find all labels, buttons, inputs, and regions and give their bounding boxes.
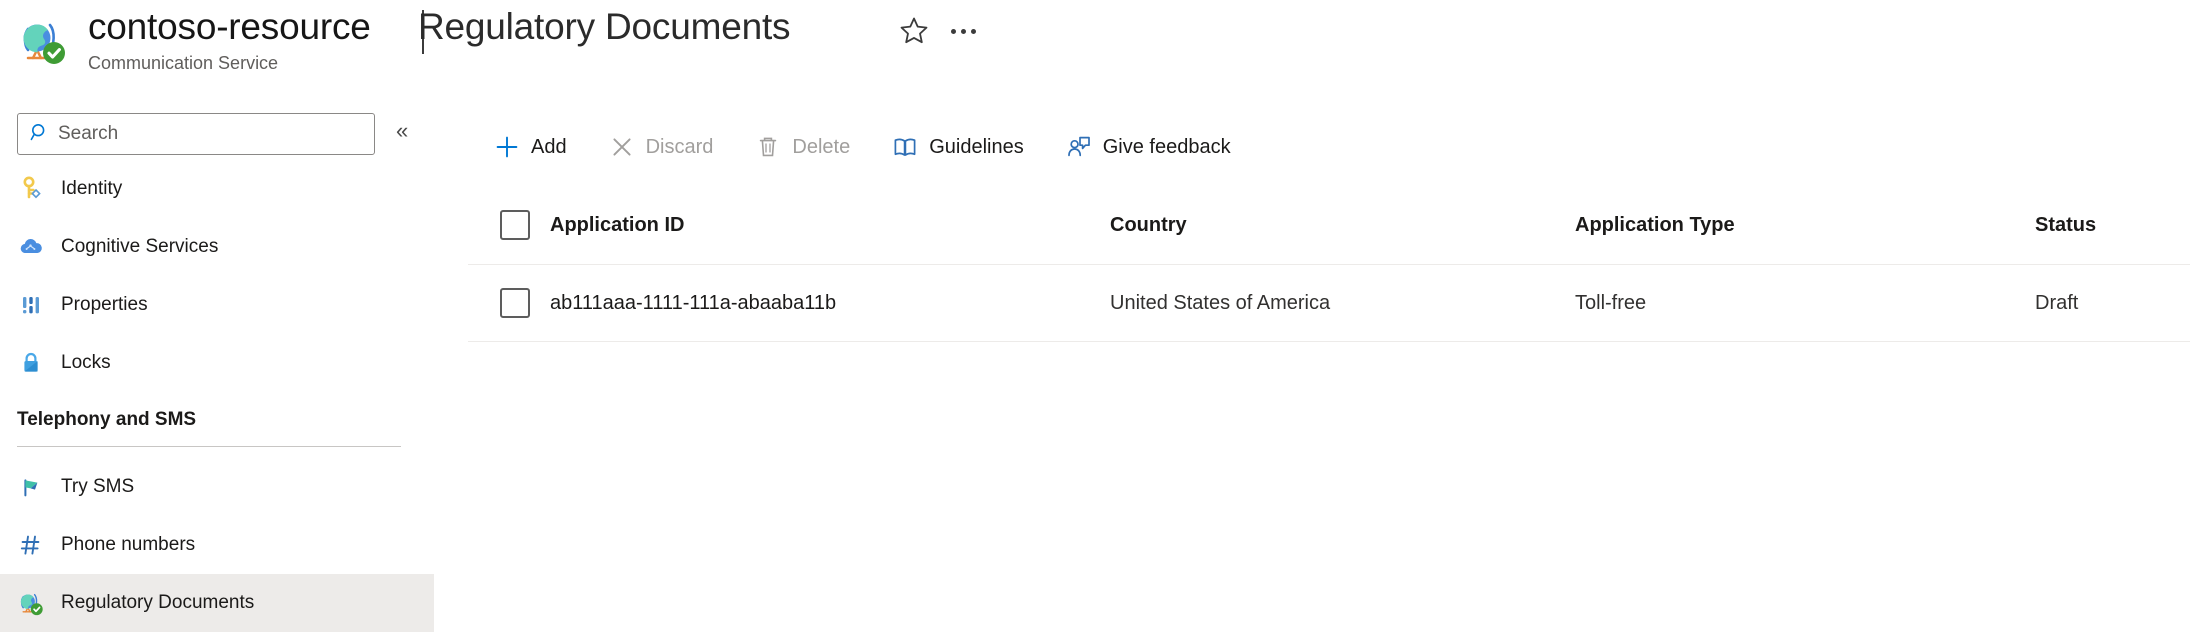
sidebar: « Identity Cognitive Services [0, 108, 440, 632]
lock-icon [16, 348, 46, 378]
sidebar-group-title: Telephony and SMS [17, 409, 197, 430]
sidebar-item-label: Identity [61, 178, 123, 199]
discard-label: Discard [645, 135, 714, 158]
sidebar-item-identity[interactable]: Identity [0, 160, 434, 218]
cell-application-id: ab111aaa-1111-111a-abaaba11b [550, 291, 837, 314]
add-button[interactable]: Add [480, 121, 581, 173]
sidebar-item-label: Properties [61, 294, 148, 315]
cell-status: Draft [2035, 291, 2079, 314]
double-chevron-left-icon[interactable]: « [396, 120, 408, 142]
book-icon [892, 134, 918, 160]
sidebar-item-label: Regulatory Documents [61, 592, 255, 613]
trash-icon [755, 134, 781, 160]
guidelines-button[interactable]: Guidelines [878, 121, 1038, 173]
cell-country: United States of America [1110, 291, 1331, 314]
row-checkbox[interactable] [500, 288, 530, 318]
row-select-cell [468, 288, 550, 318]
search-box[interactable] [17, 113, 375, 155]
column-header-status[interactable]: Status [2035, 214, 2190, 237]
give-feedback-button[interactable]: Give feedback [1052, 121, 1245, 173]
hash-icon [16, 530, 46, 560]
resource-subtitle: Communication Service [88, 53, 279, 73]
discard-button: Discard [595, 121, 728, 173]
sidebar-item-cognitive-services[interactable]: Cognitive Services [0, 218, 434, 276]
sidebar-item-label: Locks [61, 352, 111, 373]
sidebar-item-phone-numbers[interactable]: Phone numbers [0, 516, 434, 574]
globe-check-icon [16, 588, 46, 618]
flag-icon [16, 472, 46, 502]
ellipsis-dot [960, 28, 966, 34]
sidebar-item-try-sms[interactable]: Try SMS [0, 458, 434, 516]
select-all-checkbox[interactable] [500, 210, 530, 240]
sidebar-item-label: Phone numbers [61, 534, 196, 555]
sidebar-item-label: Cognitive Services [61, 236, 219, 257]
table-header-row: Application ID Country Application Type … [468, 186, 2190, 264]
sidebar-item-regulatory-documents[interactable]: Regulatory Documents [0, 574, 434, 632]
column-header-country[interactable]: Country [1110, 214, 1575, 237]
sidebar-item-properties[interactable]: Properties [0, 276, 434, 334]
table-row[interactable]: ab111aaa-1111-111a-abaaba11b United Stat… [468, 264, 2190, 342]
sidebar-item-label: Try SMS [61, 476, 135, 497]
cell-application-type: Toll-free [1575, 291, 1647, 314]
command-bar: Add Discard Delete Guidelines Give feedb… [440, 108, 1259, 186]
star-icon[interactable] [895, 12, 933, 50]
plus-icon [494, 134, 520, 160]
close-x-icon [609, 134, 635, 160]
ellipsis-dot [970, 28, 976, 34]
search-icon [18, 122, 58, 147]
regulatory-documents-table: Application ID Country Application Type … [468, 186, 2190, 342]
cloud-ai-icon [16, 232, 46, 262]
ellipsis-dot [950, 28, 956, 34]
feedback-person-icon [1066, 134, 1092, 160]
delete-label: Delete [792, 135, 851, 158]
properties-bars-icon [16, 290, 46, 320]
search-input[interactable] [58, 123, 348, 145]
select-all-cell [468, 210, 550, 240]
column-header-application-id[interactable]: Application ID [550, 214, 1110, 237]
guidelines-label: Guidelines [929, 135, 1024, 158]
sidebar-group-divider [17, 446, 401, 447]
globe-check-icon [16, 14, 70, 68]
page-header: contoso-resource Communication Service R… [0, 0, 2190, 108]
ellipsis-icon[interactable] [944, 12, 982, 50]
column-header-application-type[interactable]: Application Type [1575, 214, 2035, 237]
page-title: Regulatory Documents [418, 6, 791, 47]
delete-button: Delete [741, 121, 864, 173]
key-icon [16, 174, 46, 204]
resource-name: contoso-resource [88, 6, 371, 47]
sidebar-item-locks[interactable]: Locks [0, 334, 434, 392]
give-feedback-label: Give feedback [1102, 135, 1231, 158]
add-label: Add [531, 135, 567, 158]
